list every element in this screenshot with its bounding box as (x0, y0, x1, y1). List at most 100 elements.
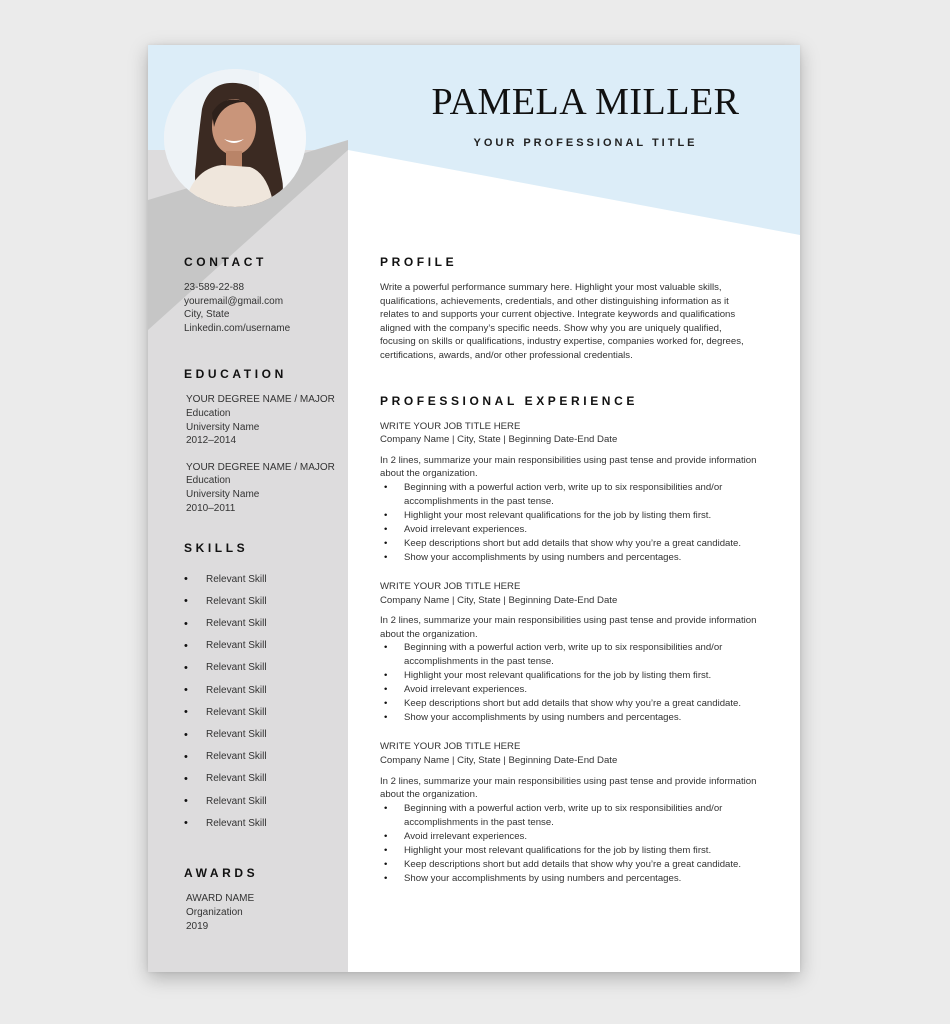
education-heading: EDUCATION (184, 367, 287, 382)
bullet-icon: • (384, 712, 388, 724)
job-title: WRITE YOUR JOB TITLE HERE (380, 580, 521, 592)
awards-section: AWARDS AWARD NAME Organization 2019 (184, 866, 354, 933)
job-title: WRITE YOUR JOB TITLE HERE (380, 741, 521, 753)
contact-email: youremail@gmail.com (184, 295, 284, 307)
job-bullet: • Avoid irrelevant experiences. (380, 523, 760, 537)
skills-section: SKILLS • Relevant Skill • Relevant Skill •… (184, 541, 354, 834)
job-bullet: • Avoid irrelevant experiences. (380, 830, 760, 844)
job-bullet: • Beginning with a powerful action verb, … (380, 641, 760, 669)
bullet-icon: • (184, 639, 188, 652)
profile-summary: Write a powerful performance summary her… (380, 282, 744, 361)
bullet-icon: • (184, 684, 188, 697)
bullet-icon: • (184, 706, 188, 719)
bullet-icon: • (384, 844, 388, 856)
job-bullet: • Keep descriptions short but add details… (380, 858, 760, 872)
job-meta: Company Name | City, State | Beginning D… (380, 434, 618, 446)
job-bullet: • Highlight your most relevant qualificat… (380, 509, 760, 523)
skill-item: • Relevant Skill (184, 750, 267, 763)
job-bullet: • Highlight your most relevant qualificat… (380, 844, 760, 858)
sidebar: CONTACT 23-589-22-88 youremail@gmail.com… (184, 255, 354, 967)
field: Education (186, 407, 231, 419)
skill-item: • Relevant Skill (184, 772, 267, 785)
field: Education (186, 475, 231, 487)
skill-item: • Relevant Skill (184, 661, 267, 674)
job-bullet: • Avoid irrelevant experiences. (380, 683, 760, 697)
contact-phone: 23-589-22-88 (184, 282, 245, 293)
professional-title: YOUR PROFESSIONAL TITLE (473, 137, 698, 149)
bullet-icon: • (384, 830, 388, 842)
resume-page: PAMELA MILLER YOUR PROFESSIONAL TITLE CO… (148, 45, 800, 972)
bullet-icon: • (384, 481, 388, 493)
bullet-icon: • (384, 872, 388, 884)
skill-item: • Relevant Skill (184, 706, 267, 719)
awards-heading: AWARDS (184, 866, 259, 881)
bullet-icon: • (384, 684, 388, 696)
bullet-icon: • (384, 642, 388, 654)
job-bullet: • Highlight your most relevant qualificat… (380, 669, 760, 683)
job-bullets: • Beginning with a powerful action verb, … (380, 641, 760, 725)
bullet-icon: • (184, 750, 188, 763)
candidate-name: PAMELA MILLER (431, 81, 740, 123)
job-bullet: • Beginning with a powerful action verb, … (380, 802, 760, 830)
job-bullets: • Beginning with a powerful action verb, … (380, 481, 760, 565)
skill-item: • Relevant Skill (184, 817, 267, 830)
skills-list: • Relevant Skill • Relevant Skill • Relevan… (184, 568, 354, 834)
portrait-image (164, 69, 306, 207)
job-entry: WRITE YOUR JOB TITLE HERE Company Name |… (380, 740, 760, 885)
bullet-icon: • (384, 802, 388, 814)
job-bullet: • Show your accomplishments by using numb… (380, 872, 760, 886)
profile-section: PROFILE Write a powerful performance sum… (380, 255, 760, 363)
bullet-icon: • (184, 772, 188, 785)
job-bullets: • Beginning with a powerful action verb, … (380, 802, 760, 886)
bullet-icon: • (384, 698, 388, 710)
bullet-icon: • (184, 728, 188, 741)
skill-item: • Relevant Skill (184, 639, 267, 652)
job-entry: WRITE YOUR JOB TITLE HERE Company Name |… (380, 420, 760, 565)
bullet-icon: • (384, 551, 388, 563)
bullet-icon: • (384, 537, 388, 549)
education-entry: YOUR DEGREE NAME / MAJOR Education Unive… (184, 461, 354, 515)
degree: YOUR DEGREE NAME / MAJOR (186, 394, 335, 406)
education-entry: YOUR DEGREE NAME / MAJOR Education Unive… (184, 393, 354, 447)
job-entry: WRITE YOUR JOB TITLE HERE Company Name |… (380, 580, 760, 725)
bullet-icon: • (184, 573, 188, 586)
years: 2010–2011 (186, 502, 236, 514)
job-summary: In 2 lines, summarize your main responsi… (380, 454, 757, 480)
bullet-icon: • (184, 817, 188, 830)
job-bullet: • Show your accomplishments by using numb… (380, 711, 760, 725)
experience-section: PROFESSIONAL EXPERIENCE WRITE YOUR JOB T… (380, 394, 760, 886)
bullet-icon: • (384, 858, 388, 870)
profile-heading: PROFILE (380, 255, 458, 269)
bullet-icon: • (384, 509, 388, 521)
skill-item: • Relevant Skill (184, 595, 267, 608)
job-summary: In 2 lines, summarize your main responsi… (380, 615, 757, 640)
degree: YOUR DEGREE NAME / MAJOR (186, 461, 335, 473)
job-bullet: • Keep descriptions short but add details… (380, 697, 760, 711)
contact-heading: CONTACT (184, 255, 267, 269)
skill-item: • Relevant Skill (184, 728, 267, 741)
bullet-icon: • (184, 795, 188, 808)
bullet-icon: • (184, 595, 188, 608)
bullet-icon: • (184, 661, 188, 674)
school: University Name (186, 488, 260, 500)
school: University Name (186, 421, 260, 433)
job-title: WRITE YOUR JOB TITLE HERE (380, 420, 521, 432)
contact-location: City, State (184, 309, 230, 321)
job-meta: Company Name | City, State | Beginning D… (380, 594, 618, 606)
contact-linkedin: Linkedin.com/username (184, 322, 291, 334)
bullet-icon: • (184, 617, 188, 630)
skill-item: • Relevant Skill (184, 795, 267, 808)
skill-item: • Relevant Skill (184, 617, 267, 630)
skill-item: • Relevant Skill (184, 684, 267, 697)
bullet-icon: • (384, 670, 388, 682)
award-organization: Organization (186, 906, 243, 918)
job-meta: Company Name | City, State | Beginning D… (380, 754, 618, 766)
job-bullet: • Show your accomplishments by using numb… (380, 551, 760, 565)
main-content: PROFILE Write a powerful performance sum… (380, 255, 760, 886)
award-year: 2019 (186, 920, 209, 932)
skills-heading: SKILLS (184, 541, 249, 556)
skill-item: • Relevant Skill (184, 573, 267, 586)
education-section: EDUCATION YOUR DEGREE NAME / MAJOR Educa… (184, 367, 354, 515)
bullet-icon: • (384, 523, 388, 535)
experience-heading: PROFESSIONAL EXPERIENCE (380, 393, 638, 408)
